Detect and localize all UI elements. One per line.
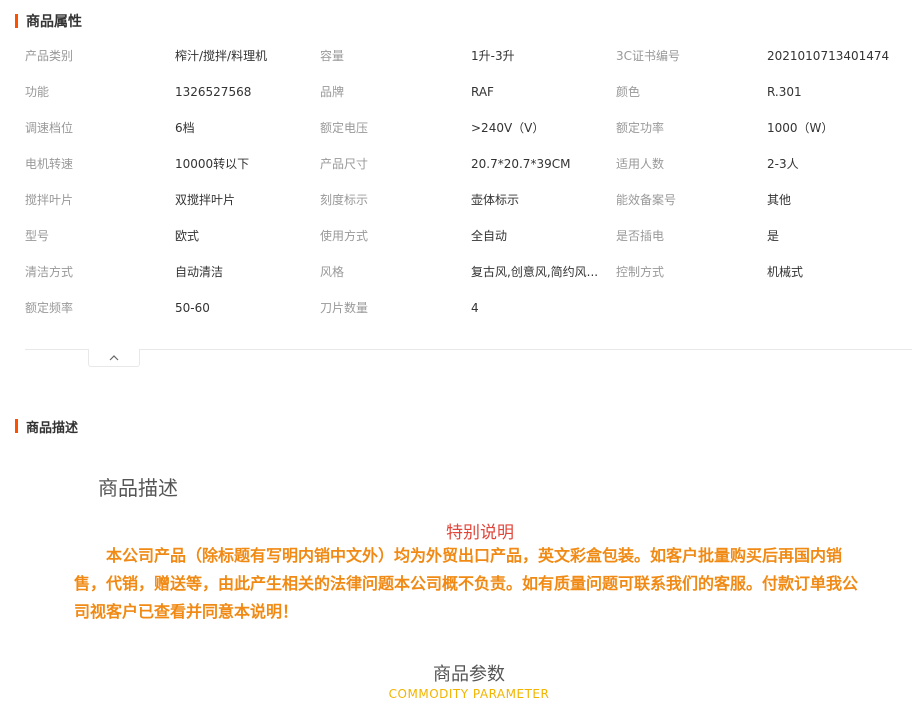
accent-bar (15, 14, 18, 28)
attribute-value: 10000转以下 (175, 157, 250, 171)
attributes-divider (25, 349, 912, 350)
attribute-row: 搅拌叶片 双搅拌叶片 刻度标示 壶体标示 能效备案号 其他 (25, 182, 912, 218)
attribute-label: 容量 (320, 49, 345, 63)
special-notice-title: 特别说明 (446, 523, 514, 543)
attributes-table: 产品类别 榨汁/搅拌/料理机 容量 1升-3升 3C证书编号 20210107134014… (25, 38, 912, 326)
attribute-label: 刻度标示 (320, 193, 369, 207)
attribute-value: 壶体标示 (471, 193, 520, 207)
attribute-value: 自动清洁 (175, 265, 224, 279)
attribute-value: 20.7*20.7*39CM (471, 157, 571, 171)
description-title-text: 商品描述 (26, 420, 79, 436)
attributes-section-title: 商品属性 (15, 12, 82, 30)
attribute-value: 1升-3升 (471, 49, 515, 63)
attribute-value: 全自动 (471, 229, 508, 243)
attribute-label: 调速档位 (25, 121, 74, 135)
attribute-value: 榨汁/搅拌/料理机 (175, 49, 268, 63)
attribute-row: 产品类别 榨汁/搅拌/料理机 容量 1升-3升 3C证书编号 20210107134014… (25, 38, 912, 74)
attribute-label: 型号 (25, 229, 50, 243)
attribute-value: 双搅拌叶片 (175, 193, 236, 207)
attribute-value: RAF (471, 85, 494, 99)
attribute-label: 清洁方式 (25, 265, 74, 279)
attribute-value: 4 (471, 301, 479, 315)
attribute-value: 1326527568 (175, 85, 252, 99)
attribute-label: 额定功率 (616, 121, 665, 135)
attribute-label: 是否插电 (616, 229, 665, 243)
attribute-row: 调速档位 6档 额定电压 >240V（V） 额定功率 1000（W） (25, 110, 912, 146)
attribute-value: 是 (767, 229, 780, 243)
attribute-label: 风格 (320, 265, 345, 279)
attribute-value: 6档 (175, 121, 195, 135)
attribute-label: 使用方式 (320, 229, 369, 243)
special-notice-text: 本公司产品（除标题有写明内销中文外）均为外贸出口产品，英文彩盒包装。如客户批量购… (74, 546, 859, 621)
attribute-label: 品牌 (320, 85, 345, 99)
attribute-value: 其他 (767, 193, 792, 207)
attribute-value: 欧式 (175, 229, 200, 243)
attribute-row: 功能 1326527568 品牌 RAF 颜色 R.301 (25, 74, 912, 110)
attribute-label: 额定频率 (25, 301, 74, 315)
accent-bar (15, 419, 18, 433)
attribute-label: 3C证书编号 (616, 49, 681, 63)
attribute-value: 1000（W） (767, 121, 834, 135)
collapse-attributes-button[interactable] (88, 349, 140, 367)
attribute-label: 搅拌叶片 (25, 193, 74, 207)
attribute-row: 电机转速 10000转以下 产品尺寸 20.7*20.7*39CM 适用人数 2-3人 (25, 146, 912, 182)
attribute-value: 2021010713401474 (767, 49, 890, 63)
attribute-value: 50-60 (175, 301, 210, 315)
attribute-label: 颜色 (616, 85, 641, 99)
attribute-label: 适用人数 (616, 157, 665, 171)
attribute-value: >240V（V） (471, 121, 545, 135)
description-heading: 商品描述 (98, 476, 178, 500)
attributes-title-text: 商品属性 (26, 14, 82, 30)
attribute-row: 清洁方式 自动清洁 风格 复古风,创意风,简约风... 控制方式 机械式 (25, 254, 912, 290)
attribute-value: R.301 (767, 85, 802, 99)
attribute-label: 产品尺寸 (320, 157, 369, 171)
attribute-row: 型号 欧式 使用方式 全自动 是否插电 是 (25, 218, 912, 254)
attribute-value: 机械式 (767, 265, 804, 279)
chevron-up-icon (109, 354, 119, 361)
attribute-value: 复古风,创意风,简约风... (471, 265, 599, 279)
attribute-row: 额定频率 50-60 刀片数量 4 (25, 290, 912, 326)
attribute-value: 2-3人 (767, 157, 799, 171)
parameter-subheading: COMMODITY PARAMETER (388, 687, 550, 701)
attribute-label: 控制方式 (616, 265, 665, 279)
attribute-label: 额定电压 (320, 121, 369, 135)
description-section-title: 商品描述 (15, 417, 79, 436)
attribute-label: 能效备案号 (616, 193, 677, 207)
attribute-label: 功能 (25, 85, 50, 99)
parameter-heading: 商品参数 (433, 664, 505, 685)
attribute-label: 电机转速 (25, 157, 74, 171)
attribute-label: 产品类别 (25, 49, 74, 63)
attribute-label: 刀片数量 (320, 301, 369, 315)
